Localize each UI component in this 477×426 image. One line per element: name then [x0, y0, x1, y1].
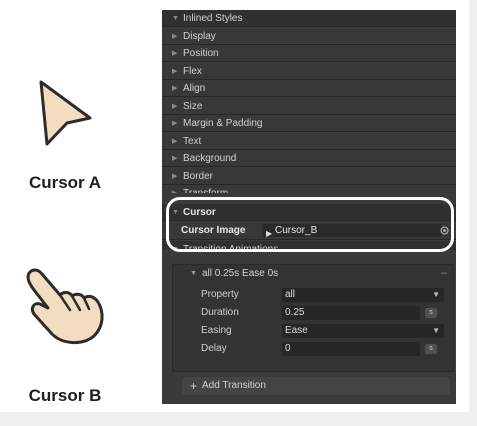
delay-row: Delay 0 s — [173, 340, 453, 358]
duration-value: 0.25 — [285, 307, 305, 318]
delay-value: 0 — [285, 343, 291, 354]
collapsed-triangle-icon: ▶ — [172, 85, 178, 92]
property-dropdown[interactable]: all ▼ — [282, 288, 444, 302]
easing-value: Ease — [285, 325, 308, 336]
delay-unit-button[interactable]: s — [425, 344, 437, 354]
cursor-image-row: Cursor Image ▶ Cursor_B — [162, 222, 456, 240]
section-display[interactable]: ▶ Display — [162, 27, 456, 45]
property-label: Property — [201, 289, 239, 300]
collapsed-triangle-icon: ▶ — [172, 67, 178, 75]
arrow-cursor-icon — [39, 80, 92, 146]
cursor-image-label: Cursor Image — [181, 225, 246, 236]
section-label: Border — [183, 170, 214, 182]
section-position[interactable]: ▶ Position — [162, 45, 456, 62]
section-label: Position — [183, 48, 219, 59]
cursor-b-label: Cursor B — [28, 386, 102, 405]
section-margin-padding[interactable]: ▶ Margin & Padding — [162, 115, 456, 132]
delay-input[interactable]: 0 — [282, 342, 420, 356]
expanded-triangle-icon: ▼ — [172, 246, 179, 250]
remove-transition-icon[interactable]: – — [441, 264, 447, 282]
section-inlined-styles[interactable]: ▼ Inlined Styles — [162, 10, 456, 27]
delay-label: Delay — [201, 343, 227, 354]
object-picker-icon[interactable] — [440, 226, 449, 235]
expanded-triangle-icon: ▼ — [172, 15, 179, 22]
collapsed-triangle-icon: ▶ — [172, 102, 178, 110]
section-label: Size — [183, 100, 203, 112]
collapsed-triangle-icon: ▶ — [172, 137, 178, 145]
cursor-examples-card: Cursor A Cursor B — [0, 0, 160, 412]
section-transform[interactable]: ▶ Transform — [162, 185, 456, 193]
cursor-a-label: Cursor A — [28, 173, 102, 192]
section-size[interactable]: ▶ Size — [162, 97, 456, 115]
section-cursor[interactable]: ▼ Cursor — [162, 204, 456, 221]
section-label: Inlined Styles — [183, 13, 243, 24]
add-transition-button[interactable]: + Add Transition — [182, 377, 450, 395]
duration-input[interactable]: 0.25 — [282, 306, 420, 320]
section-label: Flex — [183, 65, 202, 77]
easing-label: Easing — [201, 325, 232, 336]
duration-unit-button[interactable]: s — [425, 308, 437, 318]
collapsed-triangle-icon: ▶ — [172, 185, 177, 193]
add-transition-label: Add Transition — [202, 380, 266, 391]
figure: Cursor A Cursor B ▼ Inlined Styles ▶ Dis… — [0, 0, 477, 426]
section-label: Background — [183, 153, 237, 164]
section-transition-animations[interactable]: ▼ Transition Animations — [162, 241, 456, 250]
hand-cursor-icon — [26, 268, 104, 344]
section-text[interactable]: ▶ Text — [162, 132, 456, 150]
transition-item-header[interactable]: ▼ all 0.25s Ease 0s – — [173, 265, 453, 283]
section-border[interactable]: ▶ Border — [162, 167, 456, 185]
section-label: Cursor — [183, 207, 216, 218]
plus-icon: + — [190, 379, 198, 393]
transition-item-title: all 0.25s Ease 0s — [202, 268, 279, 279]
easing-dropdown[interactable]: Ease ▼ — [282, 324, 444, 338]
collapsed-triangle-icon: ▶ — [172, 120, 178, 127]
expanded-triangle-icon: ▼ — [190, 270, 197, 277]
section-flex[interactable]: ▶ Flex — [162, 62, 456, 80]
section-label: Text — [183, 135, 202, 147]
dropdown-caret-icon: ▼ — [432, 326, 440, 335]
style-inspector-panel: ▼ Inlined Styles ▶ Display ▶ Position ▶ … — [162, 10, 456, 404]
collapsed-triangle-icon: ▶ — [172, 32, 178, 40]
texture-icon: ▶ — [266, 229, 273, 238]
collapsed-triangle-icon: ▶ — [172, 50, 178, 57]
property-value: all — [285, 289, 296, 300]
cursor-image-value: Cursor_B — [275, 225, 318, 236]
property-row: Property all ▼ — [173, 286, 453, 304]
duration-row: Duration 0.25 s — [173, 304, 453, 322]
cursor-image-field[interactable]: ▶ Cursor_B — [262, 224, 442, 238]
collapsed-triangle-icon: ▶ — [172, 155, 178, 162]
section-align[interactable]: ▶ Align — [162, 80, 456, 97]
section-label: Align — [183, 83, 206, 94]
transition-item: ▼ all 0.25s Ease 0s – Property all ▼ Dur… — [172, 264, 454, 372]
duration-label: Duration — [201, 307, 239, 318]
dropdown-caret-icon: ▼ — [432, 290, 440, 299]
section-label: Transform — [183, 185, 228, 193]
section-label: Margin & Padding — [183, 118, 263, 129]
collapsed-triangle-icon: ▶ — [172, 172, 178, 180]
section-background[interactable]: ▶ Background — [162, 150, 456, 167]
expanded-triangle-icon: ▼ — [172, 209, 179, 216]
section-label: Transition Animations — [183, 244, 279, 250]
easing-row: Easing Ease ▼ — [173, 322, 453, 340]
section-label: Display — [183, 30, 216, 42]
